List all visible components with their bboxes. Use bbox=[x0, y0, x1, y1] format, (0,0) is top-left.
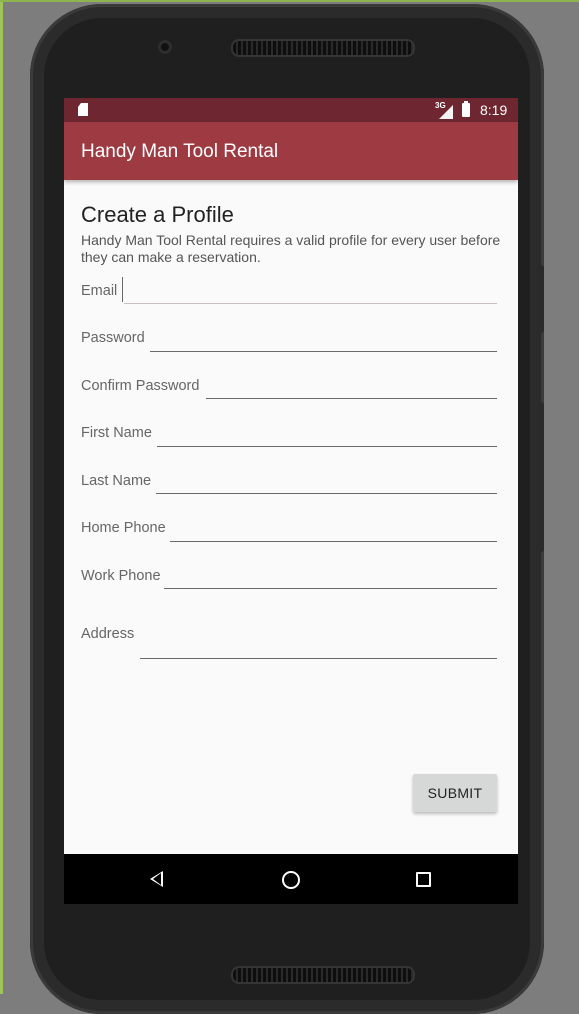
device-screen: 3G 8:19 Handy Man Tool Rental Create a P… bbox=[64, 98, 518, 904]
email-field[interactable] bbox=[124, 281, 497, 304]
password-field[interactable] bbox=[150, 329, 497, 352]
email-label: Email bbox=[81, 283, 118, 299]
status-time: 8:19 bbox=[480, 102, 508, 118]
backdrop-edge-left bbox=[0, 0, 3, 994]
volume-button[interactable] bbox=[539, 402, 544, 552]
recent-apps-icon[interactable] bbox=[416, 872, 431, 887]
first-name-label: First Name bbox=[81, 425, 152, 441]
submit-button[interactable]: SUBMIT bbox=[413, 774, 497, 812]
confirm-password-field[interactable] bbox=[206, 376, 497, 399]
battery-icon bbox=[462, 101, 470, 117]
confirm-password-label: Confirm Password bbox=[81, 378, 200, 394]
app-bar: Handy Man Tool Rental bbox=[64, 122, 518, 180]
text-cursor bbox=[122, 277, 123, 302]
address-label: Address bbox=[81, 626, 135, 642]
status-bar: 3G 8:19 bbox=[64, 98, 518, 122]
sd-card-icon bbox=[78, 103, 88, 116]
work-phone-field[interactable] bbox=[164, 566, 497, 589]
address-field[interactable] bbox=[140, 636, 497, 659]
home-phone-label: Home Phone bbox=[81, 520, 166, 536]
first-name-field[interactable] bbox=[157, 424, 497, 447]
app-title: Handy Man Tool Rental bbox=[81, 141, 279, 162]
bottom-speaker bbox=[231, 966, 415, 984]
work-phone-label: Work Phone bbox=[81, 568, 161, 584]
back-icon[interactable] bbox=[150, 871, 163, 887]
home-phone-field[interactable] bbox=[170, 519, 497, 542]
signal-indicator: 3G bbox=[435, 101, 455, 119]
top-speaker bbox=[231, 39, 415, 57]
page-description: Handy Man Tool Rental requires a valid p… bbox=[81, 232, 501, 265]
power-button[interactable] bbox=[539, 265, 544, 333]
profile-form: Create a Profile Handy Man Tool Rental r… bbox=[64, 180, 518, 854]
front-camera bbox=[158, 40, 172, 54]
last-name-label: Last Name bbox=[81, 473, 152, 489]
page-title: Create a Profile bbox=[81, 202, 234, 227]
password-label: Password bbox=[81, 330, 145, 346]
navigation-bar bbox=[64, 854, 518, 904]
backdrop-edge-top bbox=[0, 0, 579, 2]
network-type: 3G bbox=[435, 101, 446, 110]
last-name-field[interactable] bbox=[156, 471, 497, 494]
home-icon[interactable] bbox=[282, 871, 300, 889]
